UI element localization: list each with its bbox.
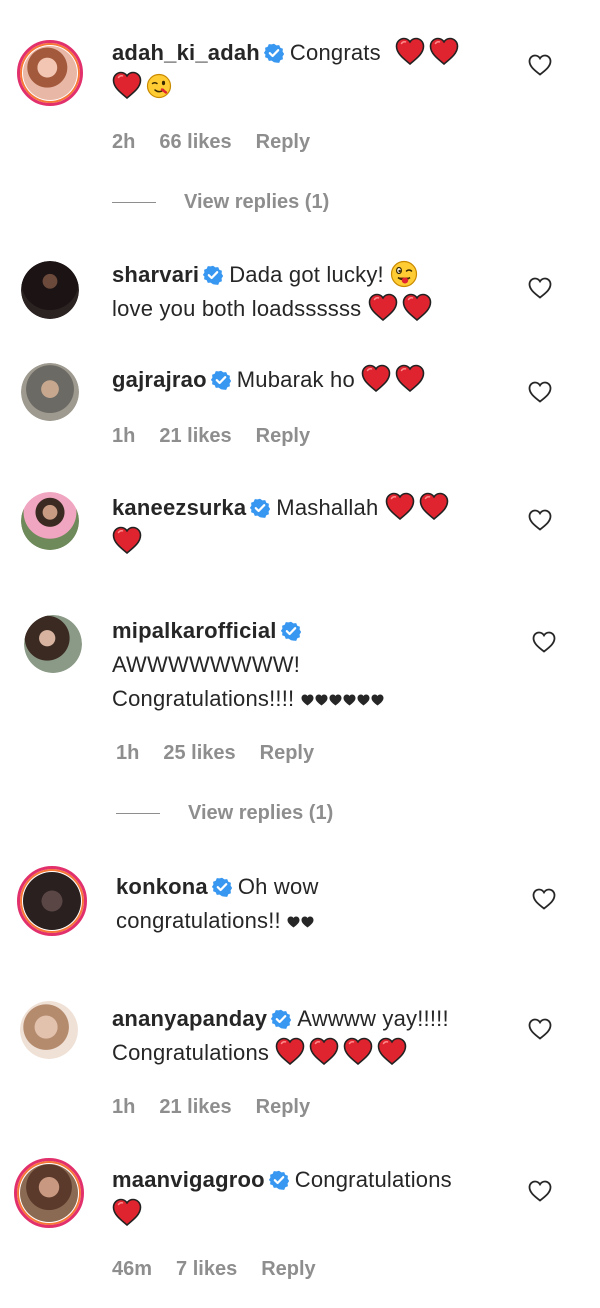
likes-count[interactable]: 25 likes	[163, 742, 235, 764]
like-heart-icon[interactable]	[528, 1018, 552, 1040]
avatar[interactable]	[20, 1001, 78, 1059]
red-heart-emoji	[368, 293, 398, 321]
red-heart-emoji	[112, 526, 142, 554]
view-replies-label: View replies (1)	[184, 191, 330, 213]
avatar[interactable]	[14, 1158, 84, 1228]
red-heart-emoji	[395, 364, 425, 392]
comment-time: 1h	[116, 742, 140, 764]
red-heart-emoji	[402, 293, 432, 321]
verified-badge-icon	[264, 43, 284, 63]
comment-time: 1h	[112, 425, 136, 447]
view-replies-label: View replies (1)	[188, 802, 334, 824]
comment-text-line2: congratulations!!	[116, 908, 281, 933]
avatar[interactable]	[21, 492, 79, 550]
likes-count[interactable]: 21 likes	[159, 425, 231, 447]
red-heart-emoji	[343, 1037, 373, 1065]
comment-text: Congrats	[289, 40, 381, 65]
black-heart-emoji	[357, 694, 370, 706]
view-replies-button[interactable]: View replies (1)	[112, 191, 329, 214]
avatar[interactable]	[21, 363, 79, 421]
red-heart-emoji	[429, 37, 459, 65]
black-heart-emoji	[371, 694, 384, 706]
reply-button[interactable]: Reply	[256, 1096, 310, 1118]
black-heart-emoji	[287, 916, 300, 928]
red-heart-emoji	[275, 1037, 305, 1065]
like-heart-icon[interactable]	[528, 1180, 552, 1202]
username[interactable]: ananyapanday	[112, 1006, 267, 1031]
verified-badge-icon	[281, 621, 301, 641]
reply-button[interactable]: Reply	[256, 131, 310, 153]
black-heart-emoji	[301, 916, 314, 928]
black-heart-emoji	[343, 694, 356, 706]
red-heart-emoji	[112, 71, 142, 99]
verified-badge-icon	[269, 1170, 289, 1190]
username[interactable]: kaneezsurka	[112, 495, 246, 520]
comment-text: Mashallah	[276, 495, 379, 520]
like-heart-icon[interactable]	[532, 631, 556, 653]
divider	[116, 813, 160, 814]
red-heart-emoji	[112, 1198, 142, 1226]
like-heart-icon[interactable]	[528, 54, 552, 76]
username[interactable]: mipalkarofficial	[112, 618, 277, 643]
avatar[interactable]	[24, 615, 82, 673]
avatar[interactable]	[21, 261, 79, 319]
avatar[interactable]	[17, 866, 87, 936]
comment-time: 2h	[112, 131, 136, 153]
verified-badge-icon	[203, 265, 223, 285]
verified-badge-icon	[212, 877, 232, 897]
comment-text: Congratulations	[294, 1167, 452, 1192]
likes-count[interactable]: 66 likes	[159, 131, 231, 153]
winking-tongue-emoji	[390, 260, 418, 288]
black-heart-emoji	[315, 694, 328, 706]
like-heart-icon[interactable]	[528, 509, 552, 531]
comment-time: 46m	[112, 1258, 153, 1280]
red-heart-emoji	[309, 1037, 339, 1065]
comment-text-line2: love you both loadssssss	[112, 296, 362, 321]
black-heart-emoji	[329, 694, 342, 706]
red-heart-emoji	[377, 1037, 407, 1065]
reply-button[interactable]: Reply	[261, 1258, 315, 1280]
reply-button[interactable]: Reply	[256, 425, 310, 447]
black-heart-emoji	[301, 694, 314, 706]
red-heart-emoji	[385, 492, 415, 520]
likes-count[interactable]: 21 likes	[159, 1096, 231, 1118]
comment-text: Awwww yay!!!!!	[297, 1006, 449, 1031]
comment-text-line2: Congratulations	[112, 1040, 270, 1065]
red-heart-emoji	[361, 364, 391, 392]
comment-text-line2: Congratulations!!!!	[112, 686, 295, 711]
like-heart-icon[interactable]	[532, 888, 556, 910]
username[interactable]: konkona	[116, 874, 208, 899]
like-heart-icon[interactable]	[528, 381, 552, 403]
comment-text: Oh wow	[237, 874, 319, 899]
username[interactable]: gajrajrao	[112, 367, 207, 392]
username[interactable]: maanvigagroo	[112, 1167, 265, 1192]
verified-badge-icon	[271, 1009, 291, 1029]
winking-face-emoji	[146, 73, 172, 99]
verified-badge-icon	[250, 498, 270, 518]
reply-button[interactable]: Reply	[260, 742, 314, 764]
like-heart-icon[interactable]	[528, 277, 552, 299]
verified-badge-icon	[211, 370, 231, 390]
username[interactable]: adah_ki_adah	[112, 40, 260, 65]
comment-text: AWWWWWWWW!	[112, 652, 301, 677]
view-replies-button[interactable]: View replies (1)	[116, 802, 333, 825]
red-heart-emoji	[419, 492, 449, 520]
comment-text: Mubarak ho	[236, 367, 355, 392]
comment-text: Dada got lucky!	[229, 262, 384, 287]
username[interactable]: sharvari	[112, 262, 199, 287]
likes-count[interactable]: 7 likes	[176, 1258, 237, 1280]
red-heart-emoji	[395, 37, 425, 65]
comment-time: 1h	[112, 1096, 136, 1118]
divider	[112, 202, 156, 203]
avatar[interactable]	[17, 40, 83, 106]
